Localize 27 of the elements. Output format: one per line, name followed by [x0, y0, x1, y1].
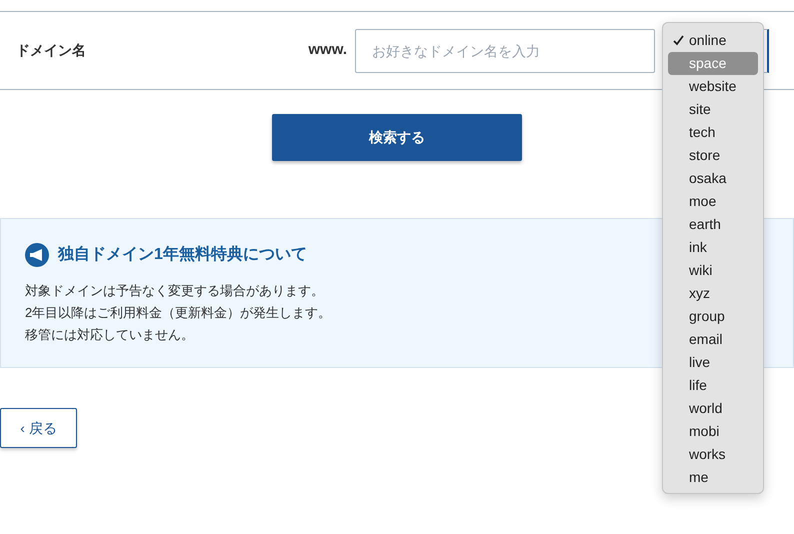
dropdown-option[interactable]: tech [668, 121, 758, 144]
dropdown-option[interactable]: xyz [668, 282, 758, 305]
megaphone-icon [25, 243, 49, 267]
dropdown-option[interactable]: live [668, 351, 758, 374]
notice-text: 対象ドメインは予告なく変更する場合があります。 2年目以降はご利用料金（更新料金）が発生します。 移管には対応していません。 [25, 282, 332, 344]
dropdown-option[interactable]: store [668, 144, 758, 167]
dropdown-option[interactable]: osaka [668, 167, 758, 190]
dropdown-option[interactable]: site [668, 98, 758, 121]
field-label: ドメイン名 [15, 41, 87, 60]
dropdown-option[interactable]: group [668, 305, 758, 328]
domain-input-field[interactable]: お好きなドメイン名を入力 [355, 28, 655, 72]
dropdown-option[interactable]: earth [668, 213, 758, 236]
dropdown-option[interactable]: ink [668, 236, 758, 259]
dropdown-option[interactable]: world [668, 397, 758, 420]
search-button[interactable]: 検索する [272, 114, 522, 161]
dropdown-option[interactable]: moe [668, 190, 758, 213]
dropdown-option[interactable]: email [668, 328, 758, 351]
back-button[interactable]: ‹ 戻る [0, 408, 77, 448]
dropdown-option[interactable]: life [668, 374, 758, 397]
dropdown-option[interactable]: online [668, 29, 758, 52]
dropdown-option[interactable]: works [668, 443, 758, 466]
dropdown-option[interactable]: mobi [668, 420, 758, 443]
dropdown-option[interactable]: me [668, 466, 758, 489]
prefix-label: www. [307, 40, 348, 60]
dropdown-option[interactable]: wiki [668, 259, 758, 282]
dropdown-option[interactable]: website [668, 75, 758, 98]
notice-title: 独自ドメイン1年無料特典について [58, 244, 307, 265]
